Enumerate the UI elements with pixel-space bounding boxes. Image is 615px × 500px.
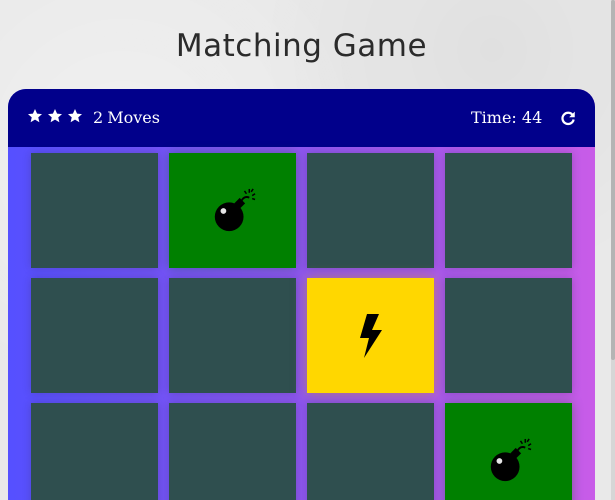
moves-count: 2 [93,108,104,127]
card[interactable] [307,153,434,268]
star-icon [28,109,42,123]
card[interactable] [307,403,434,500]
moves-counter: 2 Moves [93,108,164,128]
timer-value: 44 [521,108,543,127]
card[interactable] [31,278,158,393]
timer: Time: 44 [471,108,542,128]
page-title: Matching Game [175,28,428,64]
bomb-icon [490,438,531,481]
star-icon [48,109,62,123]
card[interactable] [169,153,296,268]
score-panel: 2 Moves Time: 44 [8,89,595,147]
scrollbar-track[interactable] [611,0,615,500]
card[interactable] [445,153,572,268]
card[interactable] [31,403,158,500]
bomb-icon [214,188,255,231]
card[interactable] [445,403,572,500]
refresh-icon [561,111,575,126]
bolt-icon [359,313,382,358]
timer-label: Time: [471,108,517,127]
star-rating [27,108,83,124]
game-panel: 2 Moves Time: 44 [8,89,595,500]
restart-button[interactable] [559,109,577,127]
card[interactable] [307,278,434,393]
star-icon [68,109,82,123]
moves-label: Moves [107,108,160,127]
card[interactable] [169,278,296,393]
card[interactable] [169,403,296,500]
scrollbar-thumb[interactable] [611,0,615,360]
card[interactable] [31,153,158,268]
card[interactable] [445,278,572,393]
